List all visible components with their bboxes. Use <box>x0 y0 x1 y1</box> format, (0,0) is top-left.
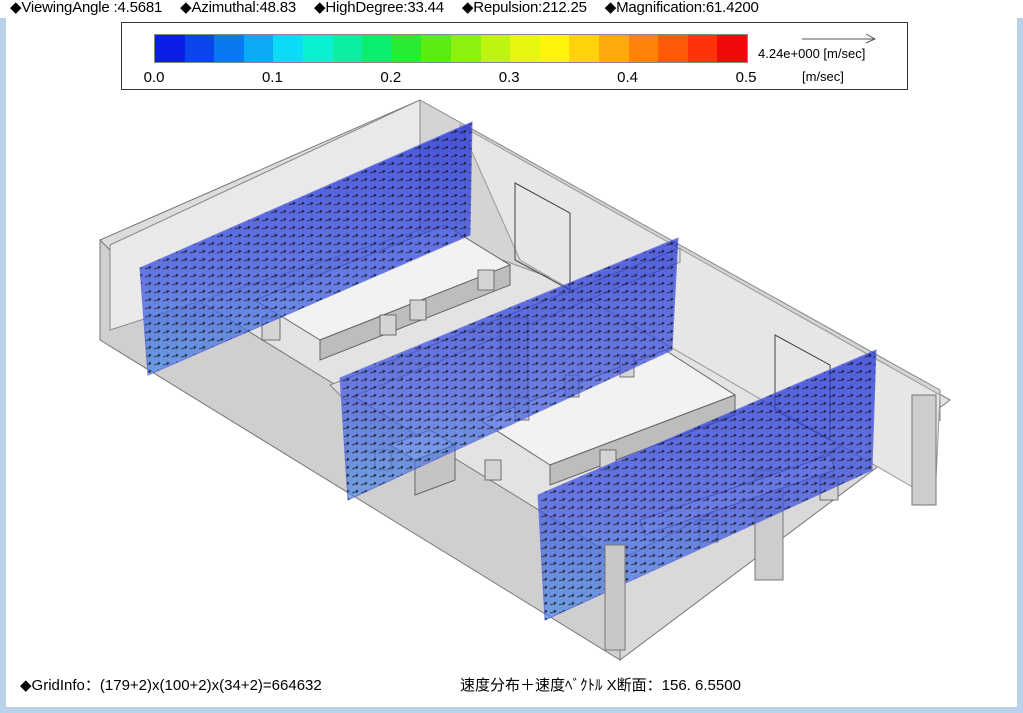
color-scale-tick-label: 0.2 <box>380 69 402 86</box>
color-scale-swatch <box>450 35 481 62</box>
azimuthal-label: ◆Azimuthal:48.83 <box>180 0 297 16</box>
view-parameters: ◆ViewingAngle :4.5681 ◆Azimuthal:48.83 ◆… <box>10 0 773 16</box>
color-scale-swatch <box>184 35 215 62</box>
color-scale-swatch <box>717 35 747 62</box>
color-scale-swatch <box>243 35 274 62</box>
color-scale-swatch <box>214 35 244 62</box>
color-scale-swatch <box>510 35 540 62</box>
reference-vector-arrow-icon <box>802 33 877 44</box>
color-scale-swatch <box>658 35 688 62</box>
front-post <box>604 544 626 651</box>
color-scale-swatch <box>598 35 629 62</box>
color-scale-swatch <box>273 35 303 62</box>
reference-vector-value: 4.24e+000 [m/sec] <box>758 46 866 61</box>
velocity-color-legend: 0.0 0.1 0.2 0.3 0.4 0.5 4.24e+000 [m/sec] [m/… <box>121 22 908 90</box>
color-scale-unit: [m/sec] <box>802 69 844 84</box>
column-right <box>911 394 937 506</box>
color-scale-tick-label: 0.0 <box>143 69 165 86</box>
grid-info-label: ◆GridInfo：(179+2)x(100+2)x(34+2)=664632 <box>20 677 322 694</box>
color-scale-swatch <box>391 35 422 62</box>
room-3d-view[interactable] <box>0 90 1023 670</box>
high-degree-label: ◆HighDegree:33.44 <box>314 0 444 16</box>
view-parameters-bar: ◆ViewingAngle :4.5681 ◆Azimuthal:48.83 ◆… <box>0 0 1023 18</box>
color-scale-swatch <box>332 35 363 62</box>
color-scale-swatch <box>569 35 599 62</box>
color-scale-swatch <box>362 35 392 62</box>
section-info-panel: 速度分布＋速度ﾍﾞｸﾄﾙ X断面：156. 6.5500 <box>446 672 1012 702</box>
section-info-label: 速度分布＋速度ﾍﾞｸﾄﾙ X断面：156. 6.5500 <box>460 677 741 694</box>
color-scale-swatch <box>539 35 570 62</box>
color-scale-bar <box>154 34 748 63</box>
repulsion-label: ◆Repulsion:212.25 <box>461 0 587 16</box>
color-scale-swatch <box>480 35 511 62</box>
color-scale-tick-label: 0.1 <box>261 69 283 86</box>
color-scale-swatch <box>421 35 451 62</box>
color-scale-tick-label: 0.3 <box>498 69 520 86</box>
grid-info-panel: ◆GridInfo：(179+2)x(100+2)x(34+2)=664632 <box>10 672 440 702</box>
color-scale-swatch <box>628 35 659 62</box>
color-scale-tick-label: 0.4 <box>617 69 639 86</box>
color-scale-swatch <box>687 35 718 62</box>
color-scale-tick-label: 0.5 <box>735 69 757 86</box>
color-scale-ticks: 0.0 0.1 0.2 0.3 0.4 0.5 <box>122 69 907 87</box>
color-scale-swatch <box>155 35 185 62</box>
magnification-label: ◆Magnification:61.4200 <box>604 0 759 16</box>
viewing-angle-label: ◆ViewingAngle :4.5681 <box>10 0 163 16</box>
color-scale-swatch <box>302 35 333 62</box>
